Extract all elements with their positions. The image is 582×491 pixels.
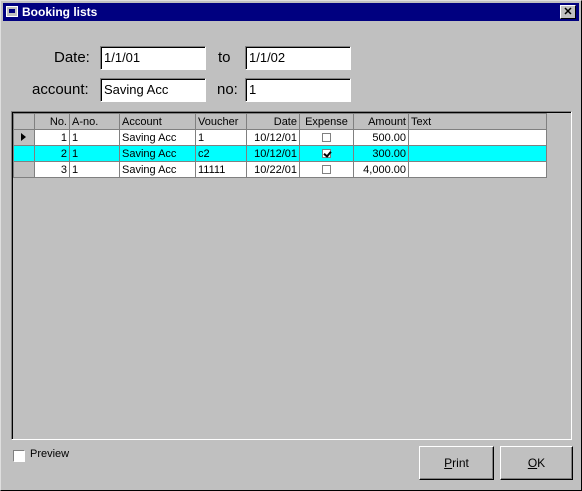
print-label: rint	[452, 456, 469, 470]
cell-date[interactable]: 10/12/01	[246, 145, 300, 162]
cell-voucher[interactable]: c2	[195, 145, 247, 162]
booking-table: No. A-no. Account Voucher Date Expense A…	[13, 113, 547, 178]
booking-lists-window: Booking lists ✕ Date: 1/1/01 to 1/1/02 a…	[0, 0, 582, 491]
column-header-text[interactable]: Text	[408, 113, 547, 130]
column-header-no[interactable]: No.	[34, 113, 70, 130]
cell-account[interactable]: Saving Acc	[119, 129, 196, 146]
column-header-date[interactable]: Date	[246, 113, 300, 130]
ok-label: K	[537, 456, 546, 470]
row-selector[interactable]	[13, 129, 35, 146]
table-row[interactable]: 3 1 Saving Acc 11111 10/22/01 4,000.00	[13, 161, 547, 178]
cell-voucher[interactable]: 1	[195, 129, 247, 146]
table-row[interactable]: 1 1 Saving Acc 1 10/12/01 500.00	[13, 129, 547, 146]
window-title: Booking lists	[22, 5, 98, 19]
cell-no[interactable]: 3	[34, 161, 70, 178]
expense-checkbox[interactable]	[322, 149, 331, 159]
cell-expense[interactable]	[299, 145, 354, 162]
preview-label: Preview	[30, 448, 70, 460]
cell-account[interactable]: Saving Acc	[119, 145, 196, 162]
cell-amount[interactable]: 500.00	[353, 129, 409, 146]
column-header-account[interactable]: Account	[119, 113, 196, 130]
column-header-ano[interactable]: A-no.	[69, 113, 120, 130]
column-header-expense[interactable]: Expense	[299, 113, 354, 130]
column-header-amount[interactable]: Amount	[353, 113, 409, 130]
print-accelerator: P	[444, 456, 453, 470]
to-label: to	[218, 49, 231, 66]
app-icon	[6, 6, 18, 17]
ok-button[interactable]: OK	[500, 446, 573, 480]
cell-voucher[interactable]: 11111	[195, 161, 247, 178]
close-icon: ✕	[563, 6, 573, 18]
preview-checkbox[interactable]	[13, 450, 25, 462]
close-button[interactable]: ✕	[560, 5, 576, 19]
expense-checkbox[interactable]	[322, 133, 331, 143]
cell-ano[interactable]: 1	[69, 145, 120, 162]
date-label: Date:	[54, 49, 90, 66]
date-from-field[interactable]: 1/1/01	[100, 46, 206, 70]
cell-account[interactable]: Saving Acc	[119, 161, 196, 178]
cell-text[interactable]	[408, 161, 547, 178]
header-corner	[13, 113, 35, 130]
cell-no[interactable]: 2	[34, 145, 70, 162]
cell-expense[interactable]	[299, 161, 354, 178]
cell-no[interactable]: 1	[34, 129, 70, 146]
cell-date[interactable]: 10/12/01	[246, 129, 300, 146]
current-row-arrow-icon	[21, 133, 26, 141]
grid-header-row: No. A-no. Account Voucher Date Expense A…	[13, 113, 547, 130]
table-row[interactable]: 2 1 Saving Acc c2 10/12/01 300.00	[13, 145, 547, 162]
print-button[interactable]: Print	[419, 446, 494, 480]
row-selector[interactable]	[13, 145, 35, 162]
cell-text[interactable]	[408, 145, 547, 162]
booking-grid[interactable]: No. A-no. Account Voucher Date Expense A…	[11, 111, 572, 440]
account-label: account:	[32, 81, 89, 98]
row-selector[interactable]	[13, 161, 35, 178]
expense-checkbox[interactable]	[322, 165, 331, 175]
cell-amount[interactable]: 4,000.00	[353, 161, 409, 178]
cell-ano[interactable]: 1	[69, 129, 120, 146]
column-header-voucher[interactable]: Voucher	[195, 113, 247, 130]
cell-date[interactable]: 10/22/01	[246, 161, 300, 178]
no-label: no:	[217, 81, 238, 98]
cell-ano[interactable]: 1	[69, 161, 120, 178]
ok-accelerator: O	[527, 456, 538, 470]
no-field[interactable]: 1	[245, 78, 351, 102]
cell-amount[interactable]: 300.00	[353, 145, 409, 162]
title-bar: Booking lists ✕	[3, 3, 579, 21]
date-to-field[interactable]: 1/1/02	[245, 46, 351, 70]
account-field[interactable]: Saving Acc	[100, 78, 206, 102]
cell-text[interactable]	[408, 129, 547, 146]
cell-expense[interactable]	[299, 129, 354, 146]
